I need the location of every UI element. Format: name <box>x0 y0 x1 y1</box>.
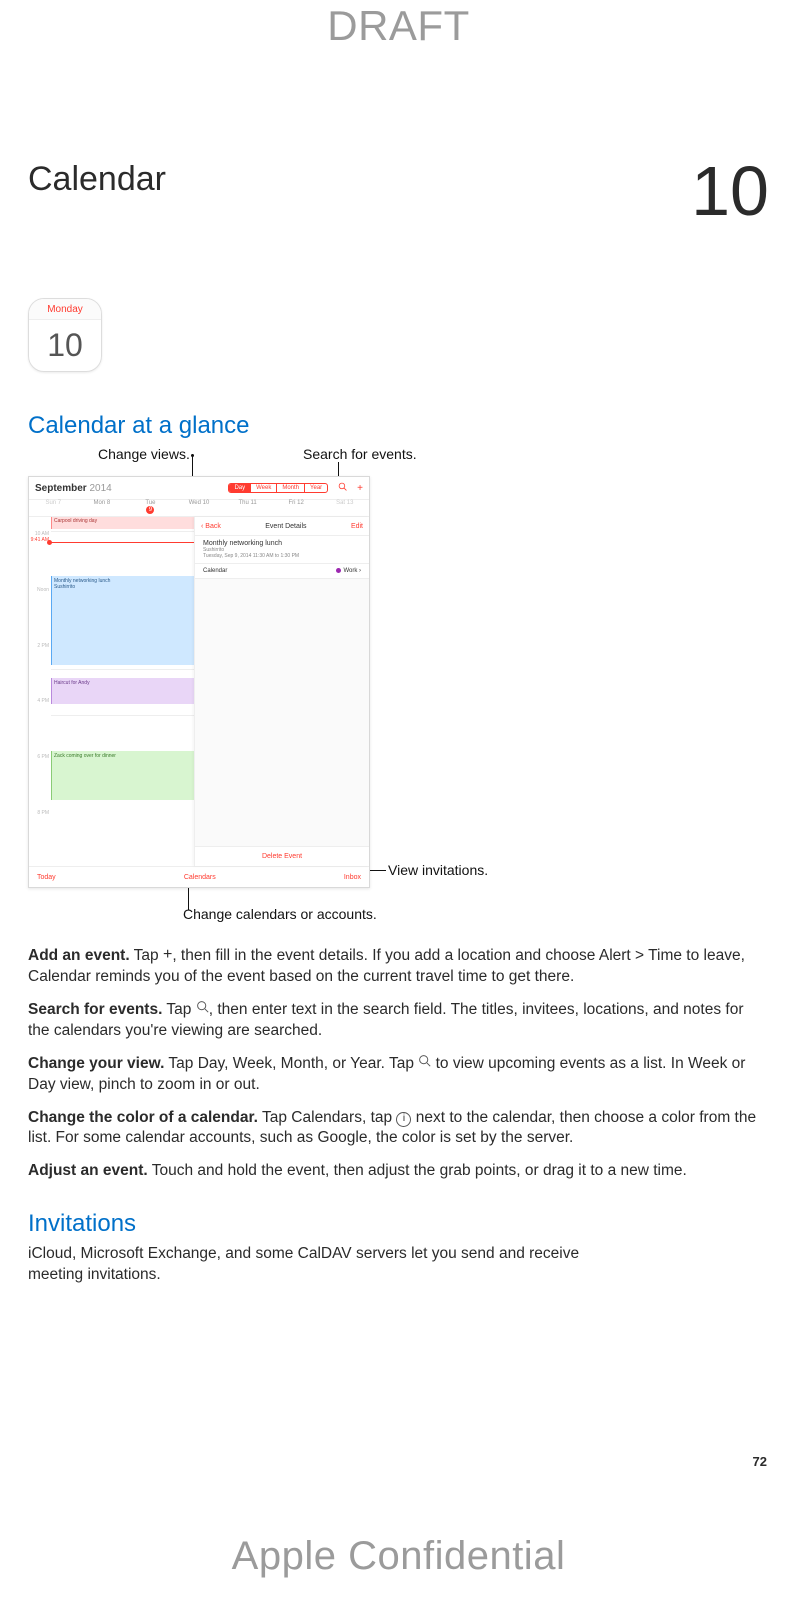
toolbar-today[interactable]: Today <box>37 874 56 881</box>
app-icon-weekday: Monday <box>29 299 101 320</box>
event-green[interactable]: Zack coming over for dinner <box>51 751 195 800</box>
time-axis: 10 AM Noon 2 PM 4 PM 6 PM 8 PM <box>29 531 51 866</box>
toolbar-inbox[interactable]: Inbox <box>344 874 361 881</box>
detail-event-time: Tuesday, Sep 9, 2014 11:30 AM to 1:30 PM <box>203 553 361 559</box>
delete-event-button[interactable]: Delete Event <box>195 846 369 866</box>
calendar-figure: Change views. Search for events. View in… <box>28 446 769 946</box>
watermark-draft: DRAFT <box>0 2 797 50</box>
event-blue[interactable]: Monthly networking lunch Sushirrito <box>51 576 195 665</box>
calendar-app-icon: Monday 10 <box>28 298 102 372</box>
day-sat[interactable]: Sat 13 <box>320 500 369 516</box>
all-day-event[interactable]: Carpool driving day <box>51 517 195 529</box>
section-calendar-at-a-glance: Calendar at a glance <box>28 412 769 440</box>
current-time-label: 9:41 AM <box>29 537 49 543</box>
view-segmented-control[interactable]: Day Week Month Year <box>228 483 328 493</box>
detail-calendar-row[interactable]: Calendar Work › <box>195 564 369 579</box>
day-mon[interactable]: Mon 8 <box>78 500 127 516</box>
toolbar-calendars[interactable]: Calendars <box>184 874 216 881</box>
screenshot: September 2014 Day Week Month Year + Sun… <box>28 476 370 888</box>
event-detail-panel: ‹ Back Event Details Edit Monthly networ… <box>194 517 369 866</box>
info-icon: i <box>396 1112 411 1127</box>
section-invitations: Invitations <box>28 1210 769 1238</box>
plus-icon: + <box>163 949 172 961</box>
watermark-confidential: Apple Confidential <box>0 1534 797 1579</box>
callout-view-invitations: View invitations. <box>388 862 488 878</box>
chapter-title: Calendar <box>28 160 166 199</box>
seg-year[interactable]: Year <box>305 484 327 492</box>
day-fri[interactable]: Fri 12 <box>272 500 321 516</box>
callout-search-for-events: Search for events. <box>303 446 417 462</box>
day-sun[interactable]: Sun 7 <box>29 500 78 516</box>
search-icon[interactable] <box>338 482 347 494</box>
current-time-indicator <box>51 542 195 543</box>
detail-title: Event Details <box>265 523 306 530</box>
callout-change-views: Change views. <box>98 446 190 462</box>
page-number: 72 <box>753 1454 767 1469</box>
callout-change-calendars: Change calendars or accounts. <box>183 906 377 922</box>
event-purple[interactable]: Haircut for Andy <box>51 678 195 704</box>
app-icon-day: 10 <box>29 320 101 371</box>
day-tue[interactable]: Tue 9 <box>126 500 175 516</box>
chapter-number: 10 <box>691 160 769 223</box>
search-glyph <box>196 1000 209 1014</box>
detail-back-button[interactable]: ‹ Back <box>201 523 221 530</box>
para-adjust: Adjust an event. Touch and hold the even… <box>28 1161 769 1182</box>
detail-event-title: Monthly networking lunch <box>203 540 361 547</box>
day-wed[interactable]: Wed 10 <box>175 500 224 516</box>
search-glyph-2 <box>418 1054 431 1068</box>
add-event-icon[interactable]: + <box>357 483 363 494</box>
day-header-row: Sun 7 Mon 8 Tue 9 Wed 10 Thu 11 Fri 12 S… <box>29 500 369 517</box>
event-grid[interactable]: 9:41 AM Monthly networking lunch Sushirr… <box>51 531 195 866</box>
para-change-color: Change the color of a calendar. Tap Cale… <box>28 1108 769 1150</box>
month-label: September 2014 <box>35 483 112 494</box>
para-search: Search for events. Tap , then enter text… <box>28 1000 769 1042</box>
seg-day[interactable]: Day <box>229 484 251 492</box>
para-change-view: Change your view. Tap Day, Week, Month, … <box>28 1054 769 1096</box>
seg-month[interactable]: Month <box>277 484 305 492</box>
para-invitations: iCloud, Microsoft Exchange, and some Cal… <box>28 1244 588 1286</box>
day-thu[interactable]: Thu 11 <box>223 500 272 516</box>
para-add-event: Add an event. Tap +, then fill in the ev… <box>28 946 769 988</box>
seg-week[interactable]: Week <box>251 484 277 492</box>
detail-edit-button[interactable]: Edit <box>351 523 363 530</box>
